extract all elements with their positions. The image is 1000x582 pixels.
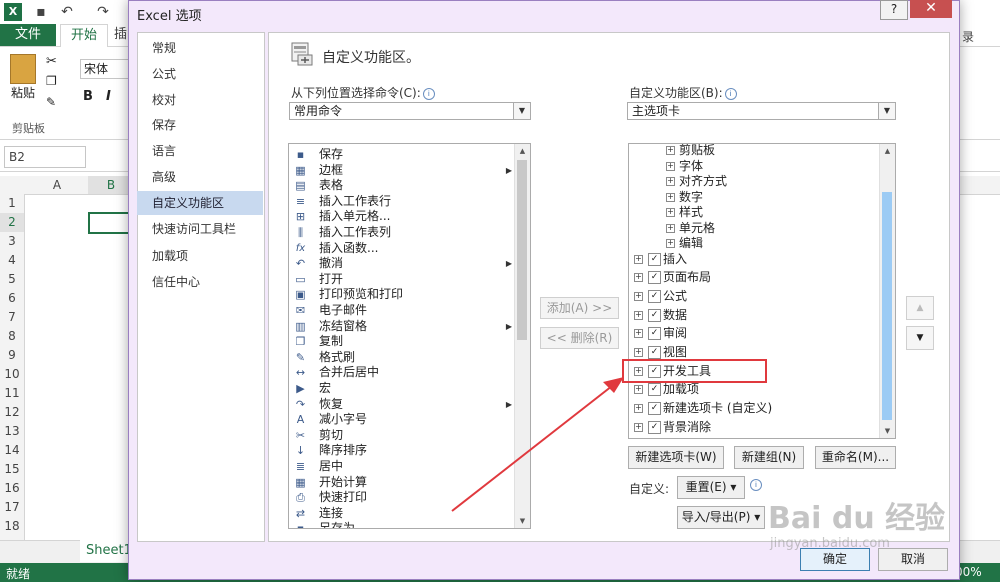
watermark-logo: Bai du 经验 (768, 501, 946, 536)
watermark-url: jingyan.baidu.com (770, 536, 890, 551)
